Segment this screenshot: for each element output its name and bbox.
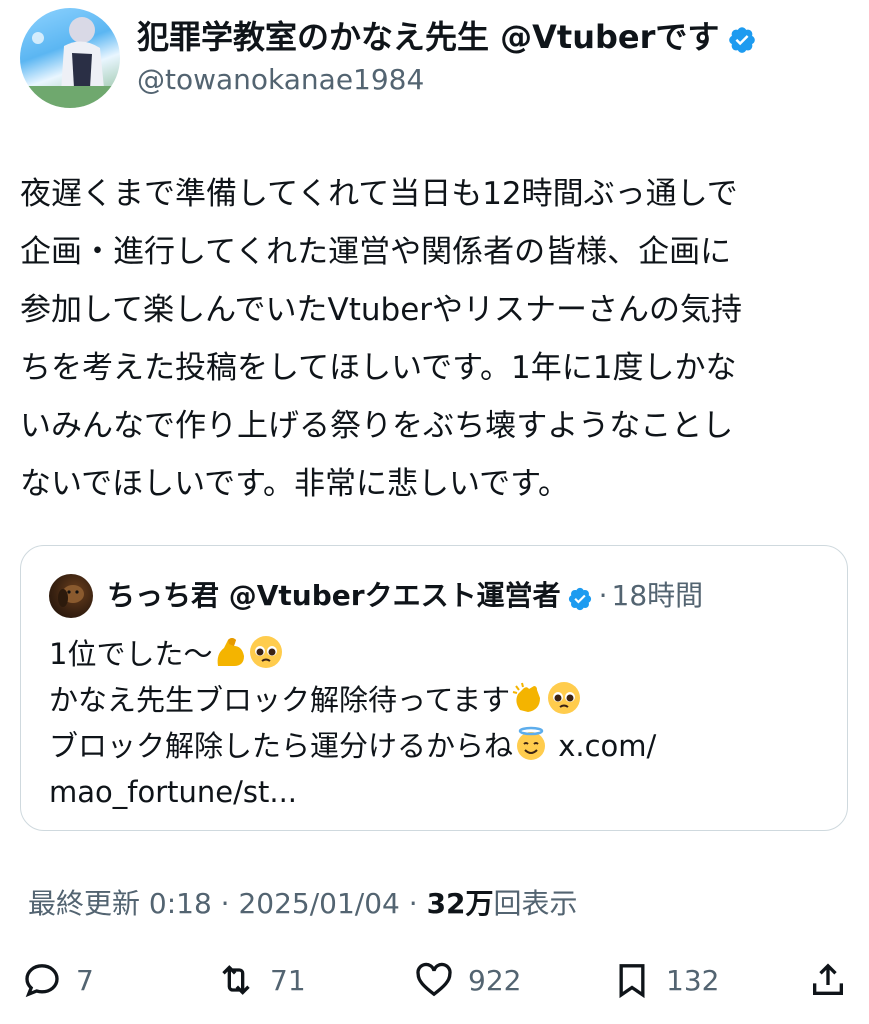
quote-author-avatar[interactable] (49, 574, 93, 618)
reply-count: 7 (76, 963, 94, 997)
quote-line-3: ブロック解除したら運分けるからね x.com/ (49, 723, 829, 769)
view-count: 32万 (426, 887, 494, 920)
share-button[interactable] (808, 955, 848, 1005)
quote-separator: · (598, 579, 608, 612)
quote-header: ちっち君 @Vtuberクエスト運営者 · 18時間 (107, 576, 703, 616)
author-avatar[interactable] (20, 8, 120, 108)
quote-line-1: 1位でした〜 (49, 631, 829, 677)
verified-icon (567, 583, 593, 611)
bookmark-count: 132 (666, 963, 720, 997)
quote-line-2: かなえ先生ブロック解除待ってます (49, 677, 829, 723)
quote-timestamp[interactable]: 18時間 (612, 576, 704, 616)
retweet-count: 71 (270, 963, 306, 997)
verified-icon (727, 22, 757, 53)
pleading-face-emoji (546, 680, 582, 716)
quote-tweet-card[interactable]: ちっち君 @Vtuberクエスト運営者 · 18時間 1位でした〜 かなえ先生ブ… (20, 545, 848, 831)
display-name-text: 犯罪学教室のかなえ先生 @Vtuberです (137, 18, 720, 56)
retweet-icon (222, 965, 250, 995)
retweet-button[interactable]: 71 (216, 955, 306, 1005)
view-label: 回表示 (493, 887, 578, 920)
author-handle[interactable]: @towanokanae1984 (137, 60, 424, 100)
smiling-halo-emoji (513, 726, 549, 762)
bookmark-button[interactable]: 132 (612, 955, 719, 1005)
quote-line-4[interactable]: mao_fortune/st... (49, 769, 829, 815)
quote-text: 1位でした〜 かなえ先生ブロック解除待ってます ブロック解除したら運分けるからね… (49, 631, 829, 815)
share-icon (813, 963, 843, 995)
reply-icon (25, 964, 59, 998)
timestamp[interactable]: 最終更新 0:18 · 2025/01/04 · (28, 887, 418, 920)
author-display-name[interactable]: 犯罪学教室のかなえ先生 @Vtuberです (137, 15, 757, 59)
tweet-text: 夜遅くまで準備してくれて当日も12時間ぶっ通しで 企画・進行してくれた運営や関係… (20, 176, 743, 502)
clapping-hands-emoji (510, 680, 546, 716)
tweet-meta: 最終更新 0:18 · 2025/01/04 · 32万回表示 (28, 882, 578, 926)
like-icon (416, 962, 452, 997)
quote-author-name[interactable]: ちっち君 @Vtuberクエスト運営者 (107, 576, 561, 616)
pleading-face-emoji (248, 634, 284, 670)
quote-link[interactable]: x.com/ (558, 729, 656, 763)
bookmark-icon (619, 964, 645, 999)
reply-button[interactable]: 7 (22, 955, 94, 1005)
like-count: 922 (468, 963, 522, 997)
like-button[interactable]: 922 (414, 955, 521, 1005)
flexed-biceps-emoji (212, 634, 248, 670)
